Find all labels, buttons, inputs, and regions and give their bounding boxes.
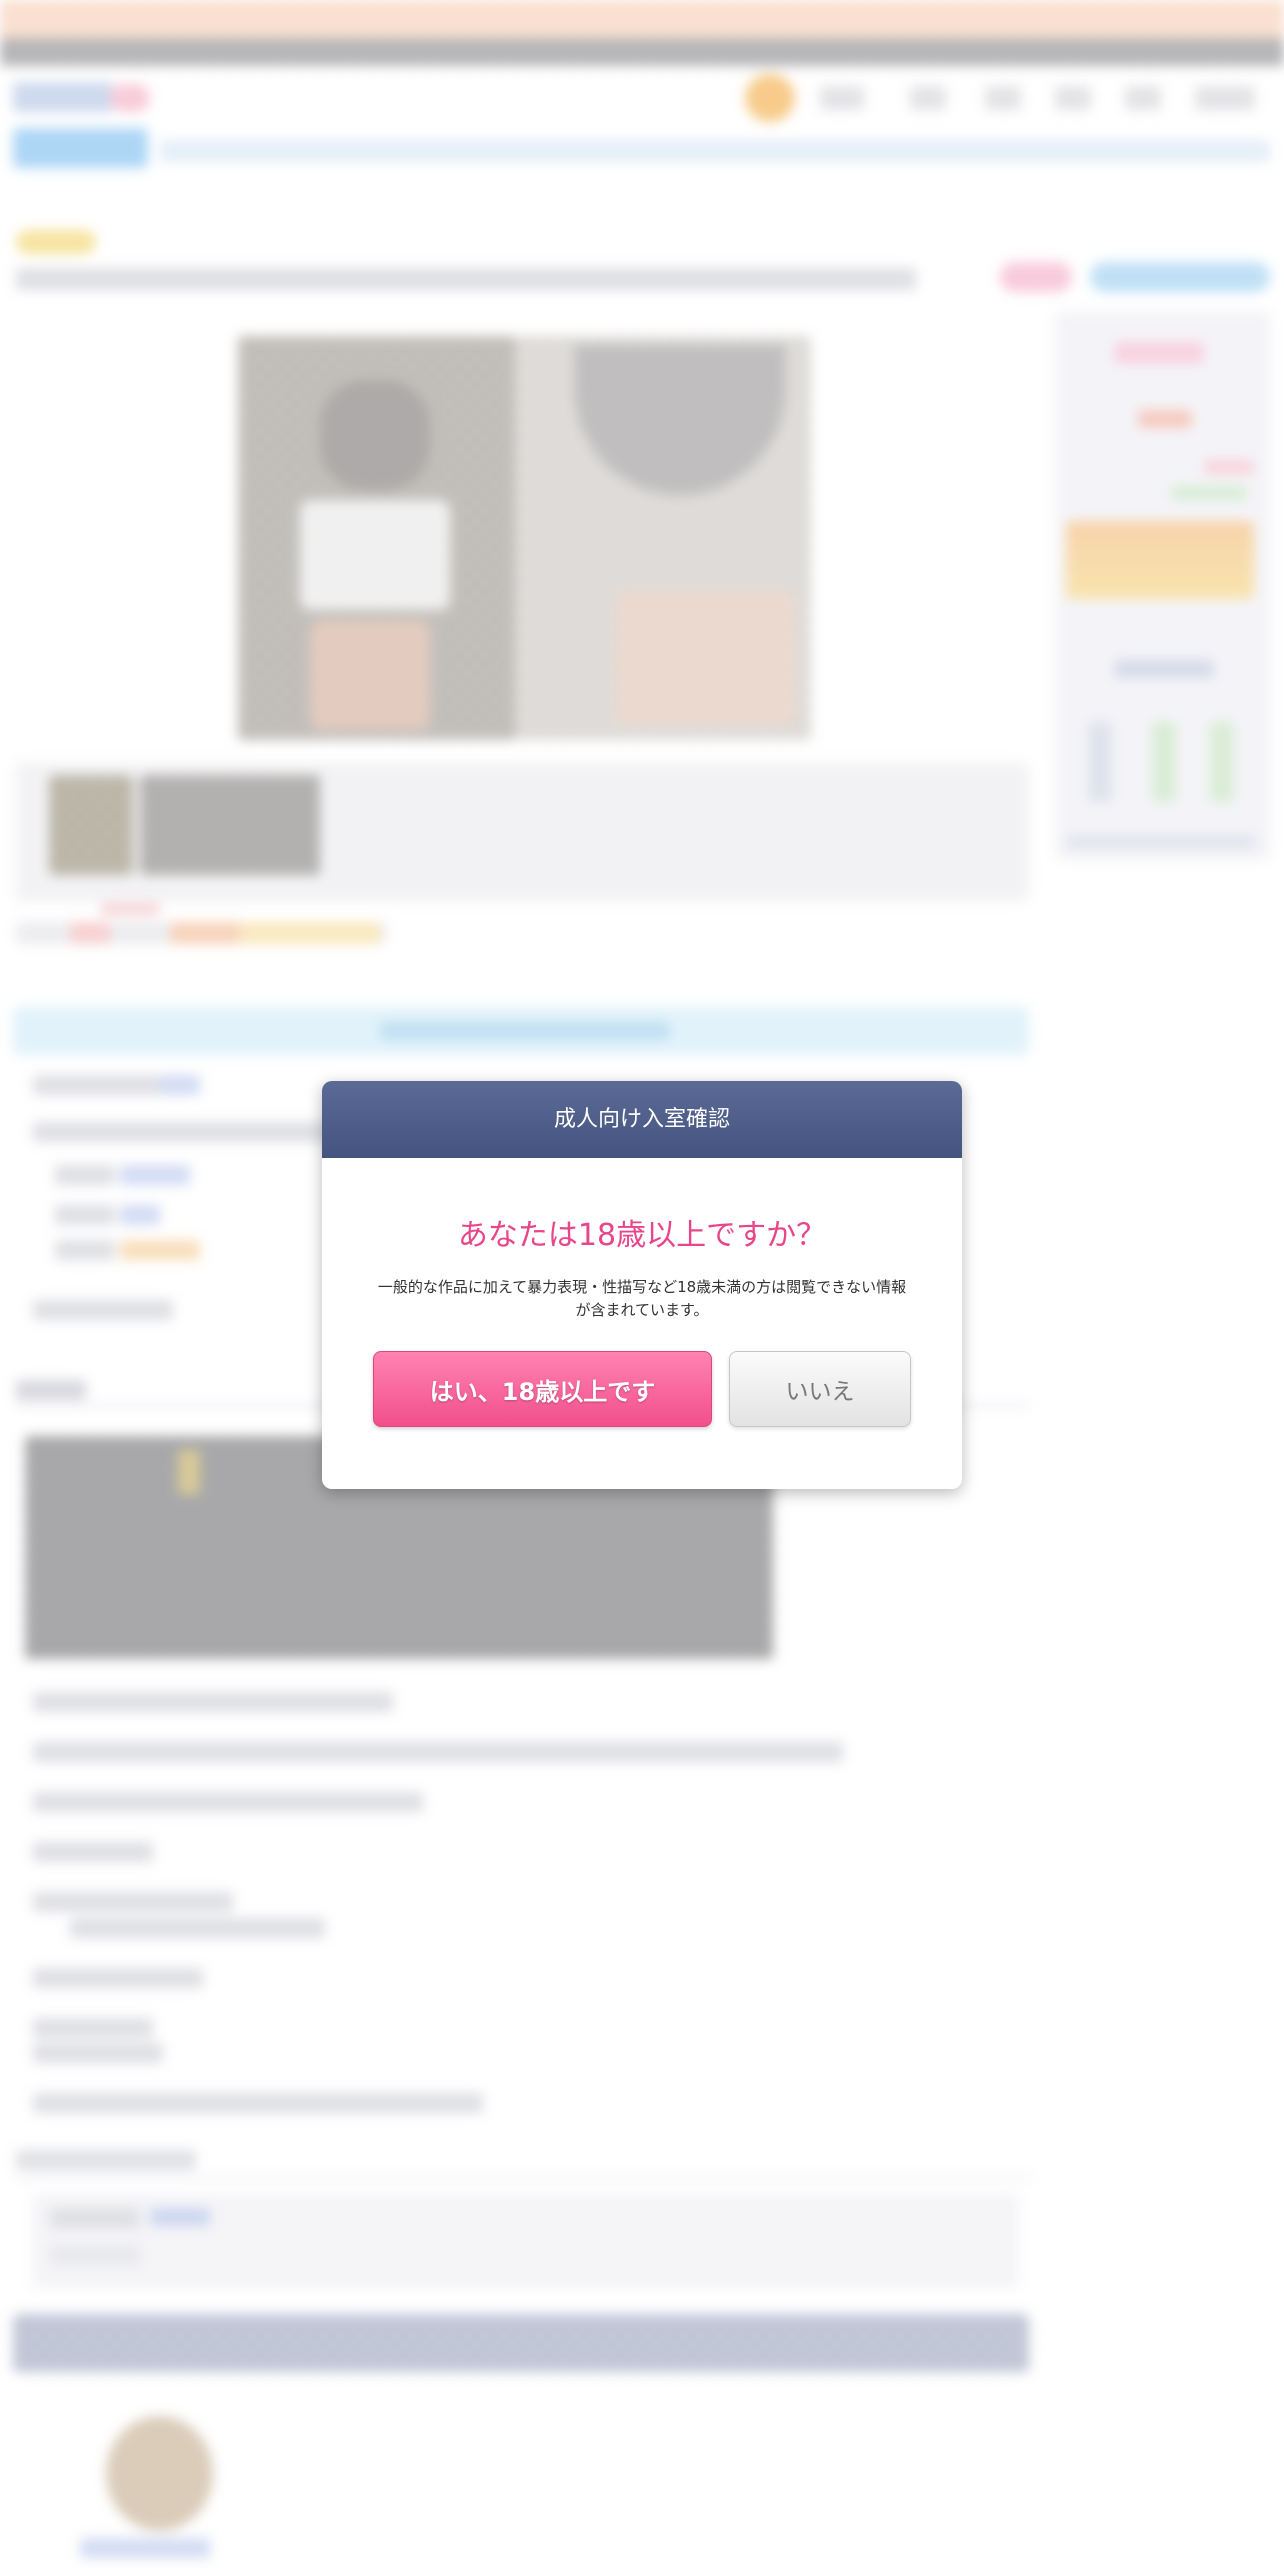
page: 成人向け入室確認 あなたは18歳以上ですか？ 一般的な作品に加えて暴力表現・性描… (0, 0, 1284, 2568)
age-verification-modal: 成人向け入室確認 あなたは18歳以上ですか？ 一般的な作品に加えて暴力表現・性描… (322, 1081, 962, 1489)
modal-header: 成人向け入室確認 (322, 1081, 962, 1158)
age-notice-text: 一般的な作品に加えて暴力表現・性描写など18歳未満の方は閲覧できない情報が含まれ… (377, 1278, 907, 1319)
age-question: あなたは18歳以上ですか？ (457, 1218, 827, 1253)
decline-button[interactable]: いいえ (729, 1351, 911, 1427)
confirm-adult-button[interactable]: はい、18歳以上です (373, 1351, 712, 1427)
modal-title: 成人向け入室確認 (553, 1107, 730, 1132)
